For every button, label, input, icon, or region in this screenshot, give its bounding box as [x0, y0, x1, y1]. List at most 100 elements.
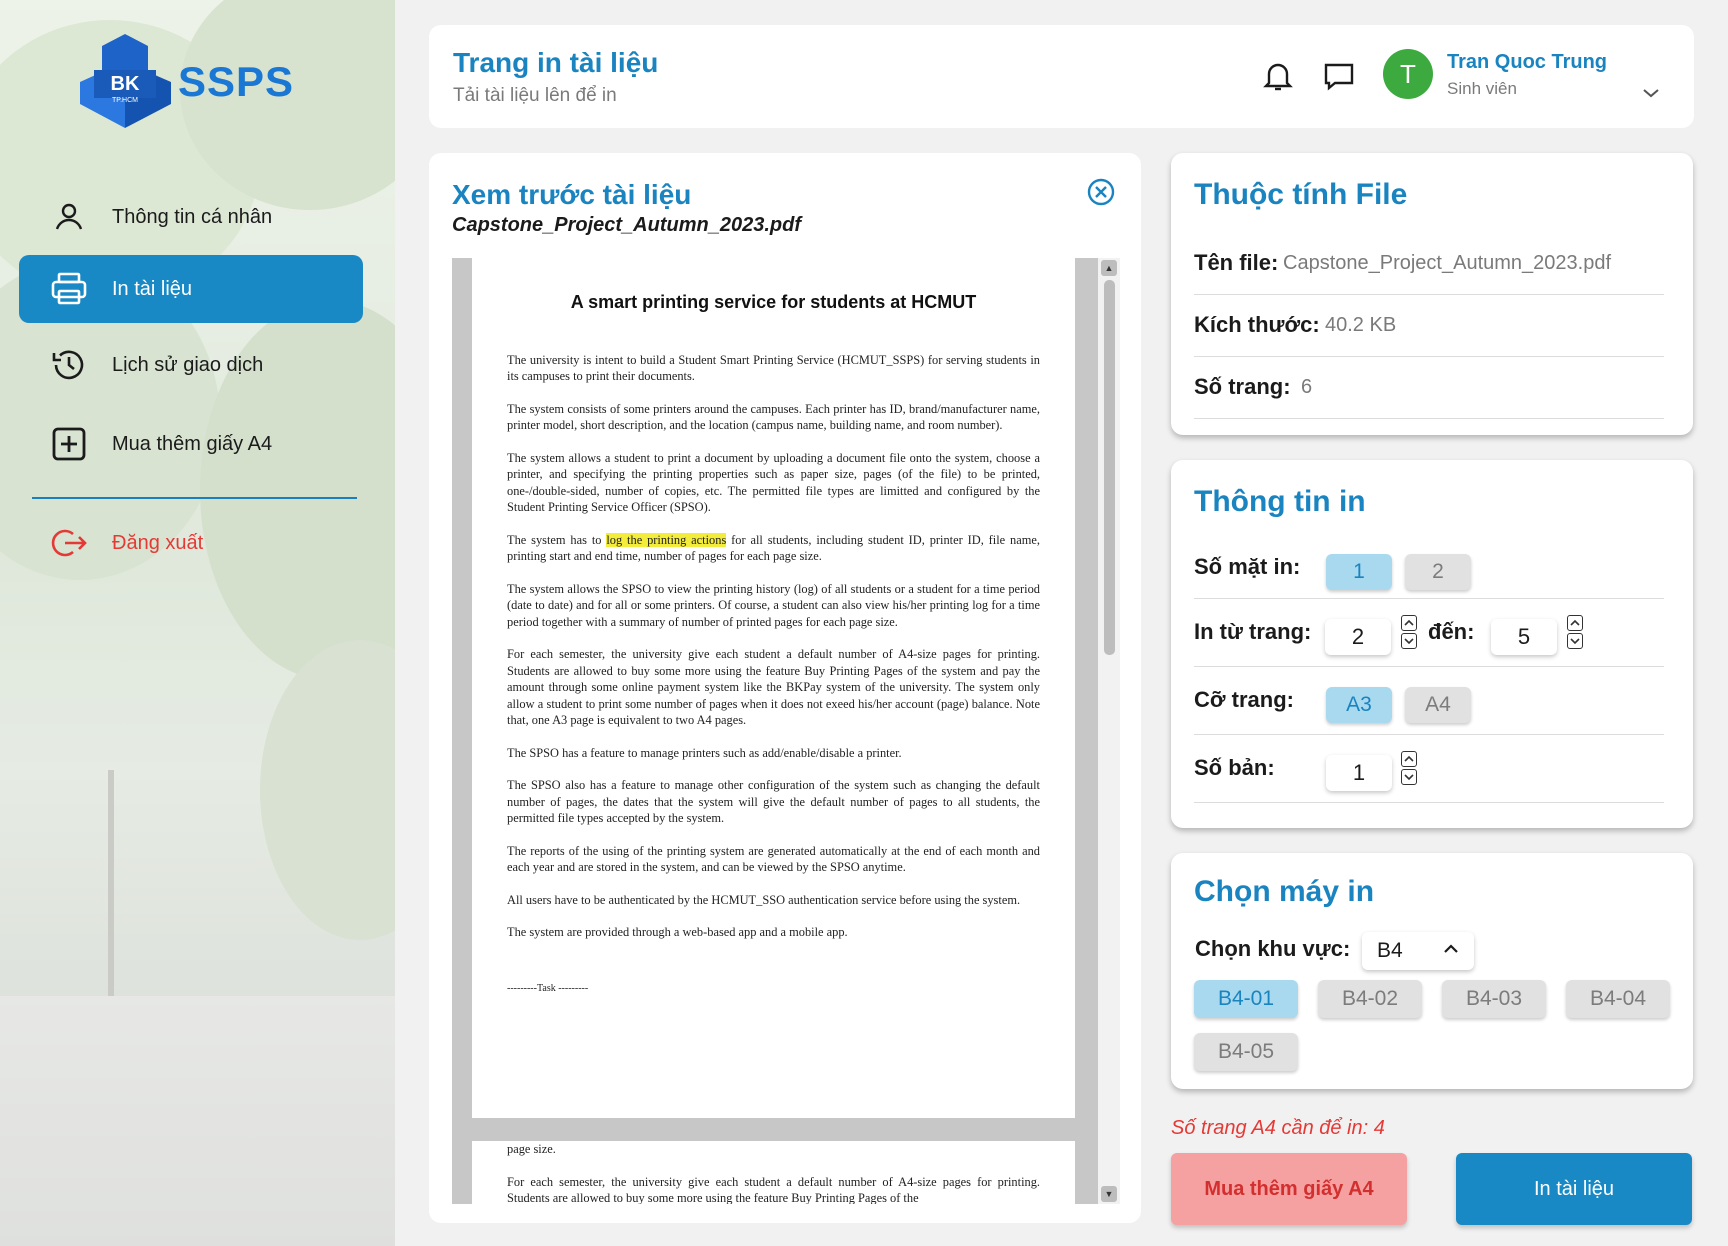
preview-title: Xem trước tài liệu	[452, 179, 692, 210]
to-page-input[interactable]: 5	[1491, 619, 1557, 655]
paper-size-a3[interactable]: A3	[1326, 687, 1392, 723]
user-name[interactable]: Tran Quoc Trung	[1447, 51, 1607, 74]
avatar[interactable]: T	[1383, 49, 1433, 99]
sidebar-divider	[32, 497, 357, 499]
field-label: Cỡ trang:	[1194, 687, 1294, 712]
buy-paper-button[interactable]: Mua thêm giấy A4	[1171, 1153, 1407, 1225]
scroll-down-icon[interactable]: ▼	[1101, 1186, 1117, 1202]
increment-icon[interactable]	[1401, 615, 1417, 631]
document-paragraph: The university is intent to build a Stud…	[507, 352, 1040, 384]
document-paragraph: For each semester, the university give e…	[507, 1174, 1040, 1205]
print-info-card: Thông tin in Số mặt in: 1 2 In từ trang:…	[1171, 460, 1693, 828]
logout-icon	[49, 523, 89, 563]
field-label: Số mặt in:	[1194, 554, 1301, 579]
sidebar-item-label: Thông tin cá nhân	[112, 205, 273, 228]
page-subtitle: Tải tài liệu lên để in	[453, 85, 617, 106]
print-button[interactable]: In tài liệu	[1456, 1153, 1692, 1225]
document-paragraph: The SPSO also has a feature to manage ot…	[507, 778, 1040, 825]
sidebar-item-buy-paper[interactable]: Mua thêm giấy A4	[19, 410, 363, 478]
page-count-value: 6	[1301, 376, 1313, 398]
document-paragraph: The SPSO has a feature to manage printer…	[507, 745, 902, 760]
svg-text:BK: BK	[111, 73, 140, 95]
document-paragraph: The system allows the SPSO to view the p…	[507, 581, 1040, 629]
decrement-icon[interactable]	[1567, 633, 1583, 649]
document-paragraph: All users have to be authenticated by th…	[507, 892, 1021, 907]
field-label: đến:	[1428, 619, 1475, 644]
user-icon	[49, 197, 89, 237]
scrollbar-thumb[interactable]	[1104, 280, 1115, 655]
page-title: Trang in tài liệu	[453, 47, 659, 78]
chevron-down-icon[interactable]	[1639, 81, 1663, 105]
sidebar-item-label: Lịch sử giao dịch	[112, 353, 264, 376]
scroll-up-icon[interactable]: ▲	[1101, 260, 1117, 276]
printer-option[interactable]: B4-04	[1566, 980, 1670, 1018]
sides-option-2[interactable]: 2	[1405, 554, 1471, 590]
sidebar-item-profile[interactable]: Thông tin cá nhân	[19, 183, 363, 251]
sidebar-item-label: Đăng xuất	[112, 531, 204, 554]
document-paragraph: The reports of the using of the printing…	[507, 843, 1040, 875]
sidebar-item-print[interactable]: In tài liệu	[19, 255, 363, 323]
page-count-row: Số trang: 6	[1194, 357, 1664, 419]
card-title: Chọn máy in	[1194, 875, 1375, 908]
card-title: Thuộc tính File	[1194, 178, 1408, 211]
increment-icon[interactable]	[1567, 615, 1583, 631]
printer-icon	[49, 269, 89, 309]
file-size-row: Kích thước: 40.2 KB	[1194, 295, 1664, 357]
paper-size-a4[interactable]: A4	[1405, 687, 1471, 723]
region-select[interactable]: B4	[1362, 932, 1474, 970]
increment-icon[interactable]	[1401, 751, 1417, 767]
decrement-icon[interactable]	[1401, 633, 1417, 649]
pdf-page: A smart printing service for students at…	[472, 258, 1075, 1118]
copies-input[interactable]: 1	[1326, 755, 1392, 791]
file-name-value: Capstone_Project_Autumn_2023.pdf	[1283, 252, 1612, 274]
from-page-stepper[interactable]	[1401, 615, 1419, 651]
document-heading: A smart printing service for students at…	[570, 292, 977, 312]
to-page-stepper[interactable]	[1567, 615, 1585, 651]
field-label: Tên file:	[1194, 250, 1279, 275]
close-icon[interactable]	[1086, 177, 1116, 207]
copies-row: Số bản: 1	[1194, 735, 1664, 803]
sidebar-item-label: In tài liệu	[112, 277, 193, 300]
vertical-scrollbar[interactable]: ▲ ▼	[1098, 258, 1120, 1204]
bell-icon[interactable]	[1258, 56, 1298, 96]
task-line: ---------Task ---------	[507, 982, 589, 994]
pdf-viewer[interactable]: A smart printing service for students at…	[452, 258, 1120, 1204]
a4-pages-needed: Số trang A4 cần để in: 4	[1171, 1117, 1385, 1139]
file-name-row: Tên file: Capstone_Project_Autumn_2023.p…	[1194, 233, 1664, 295]
sidebar-item-logout[interactable]: Đăng xuất	[19, 509, 363, 577]
field-label: Kích thước:	[1194, 312, 1320, 337]
bk-logo-icon: BK TP.HCM	[80, 34, 171, 128]
page-range-row: In từ trang: 2 đến: 5	[1194, 599, 1664, 667]
field-label: Chọn khu vực:	[1195, 936, 1351, 961]
document-paragraph: The system are provided through a web-ba…	[507, 925, 848, 939]
document-paragraph: For each semester, the university give e…	[507, 647, 1040, 727]
document-paragraph: The system consists of some printers aro…	[507, 401, 1040, 433]
printer-option[interactable]: B4-03	[1442, 980, 1546, 1018]
sides-row: Số mặt in: 1 2	[1194, 537, 1664, 599]
from-page-input[interactable]: 2	[1325, 619, 1391, 655]
pdf-page: page size. For each semester, the univer…	[472, 1141, 1075, 1204]
top-header: Trang in tài liệu Tải tài liệu lên để in…	[429, 25, 1694, 128]
printer-selection-card: Chọn máy in Chọn khu vực: B4 B4-01 B4-02…	[1171, 853, 1693, 1089]
printer-option[interactable]: B4-01	[1194, 980, 1298, 1018]
decrement-icon[interactable]	[1401, 769, 1417, 785]
copies-stepper[interactable]	[1401, 751, 1419, 787]
document-preview-panel: Xem trước tài liệu Capstone_Project_Autu…	[429, 153, 1141, 1223]
highlighted-text: log the printing actions	[606, 532, 727, 547]
brand-name: SSPS	[178, 58, 295, 105]
user-role: Sinh viên	[1447, 79, 1517, 98]
sidebar-item-history[interactable]: Lịch sử giao dịch	[19, 331, 363, 399]
preview-file-name: Capstone_Project_Autumn_2023.pdf	[452, 214, 801, 236]
printer-option[interactable]: B4-02	[1318, 980, 1422, 1018]
document-paragraph: page size.	[507, 1142, 556, 1156]
history-icon	[49, 345, 89, 385]
chat-icon[interactable]	[1319, 56, 1359, 96]
field-label: Số bản:	[1194, 755, 1275, 780]
region-select-value: B4	[1377, 939, 1403, 962]
chevron-up-icon	[1444, 944, 1458, 953]
sidebar: BK TP.HCM SSPS Thông tin cá nhân In tài …	[0, 0, 395, 1246]
card-title: Thông tin in	[1194, 485, 1366, 518]
file-size-value: 40.2 KB	[1325, 314, 1397, 336]
printer-option[interactable]: B4-05	[1194, 1033, 1298, 1071]
sides-option-1[interactable]: 1	[1326, 554, 1392, 590]
